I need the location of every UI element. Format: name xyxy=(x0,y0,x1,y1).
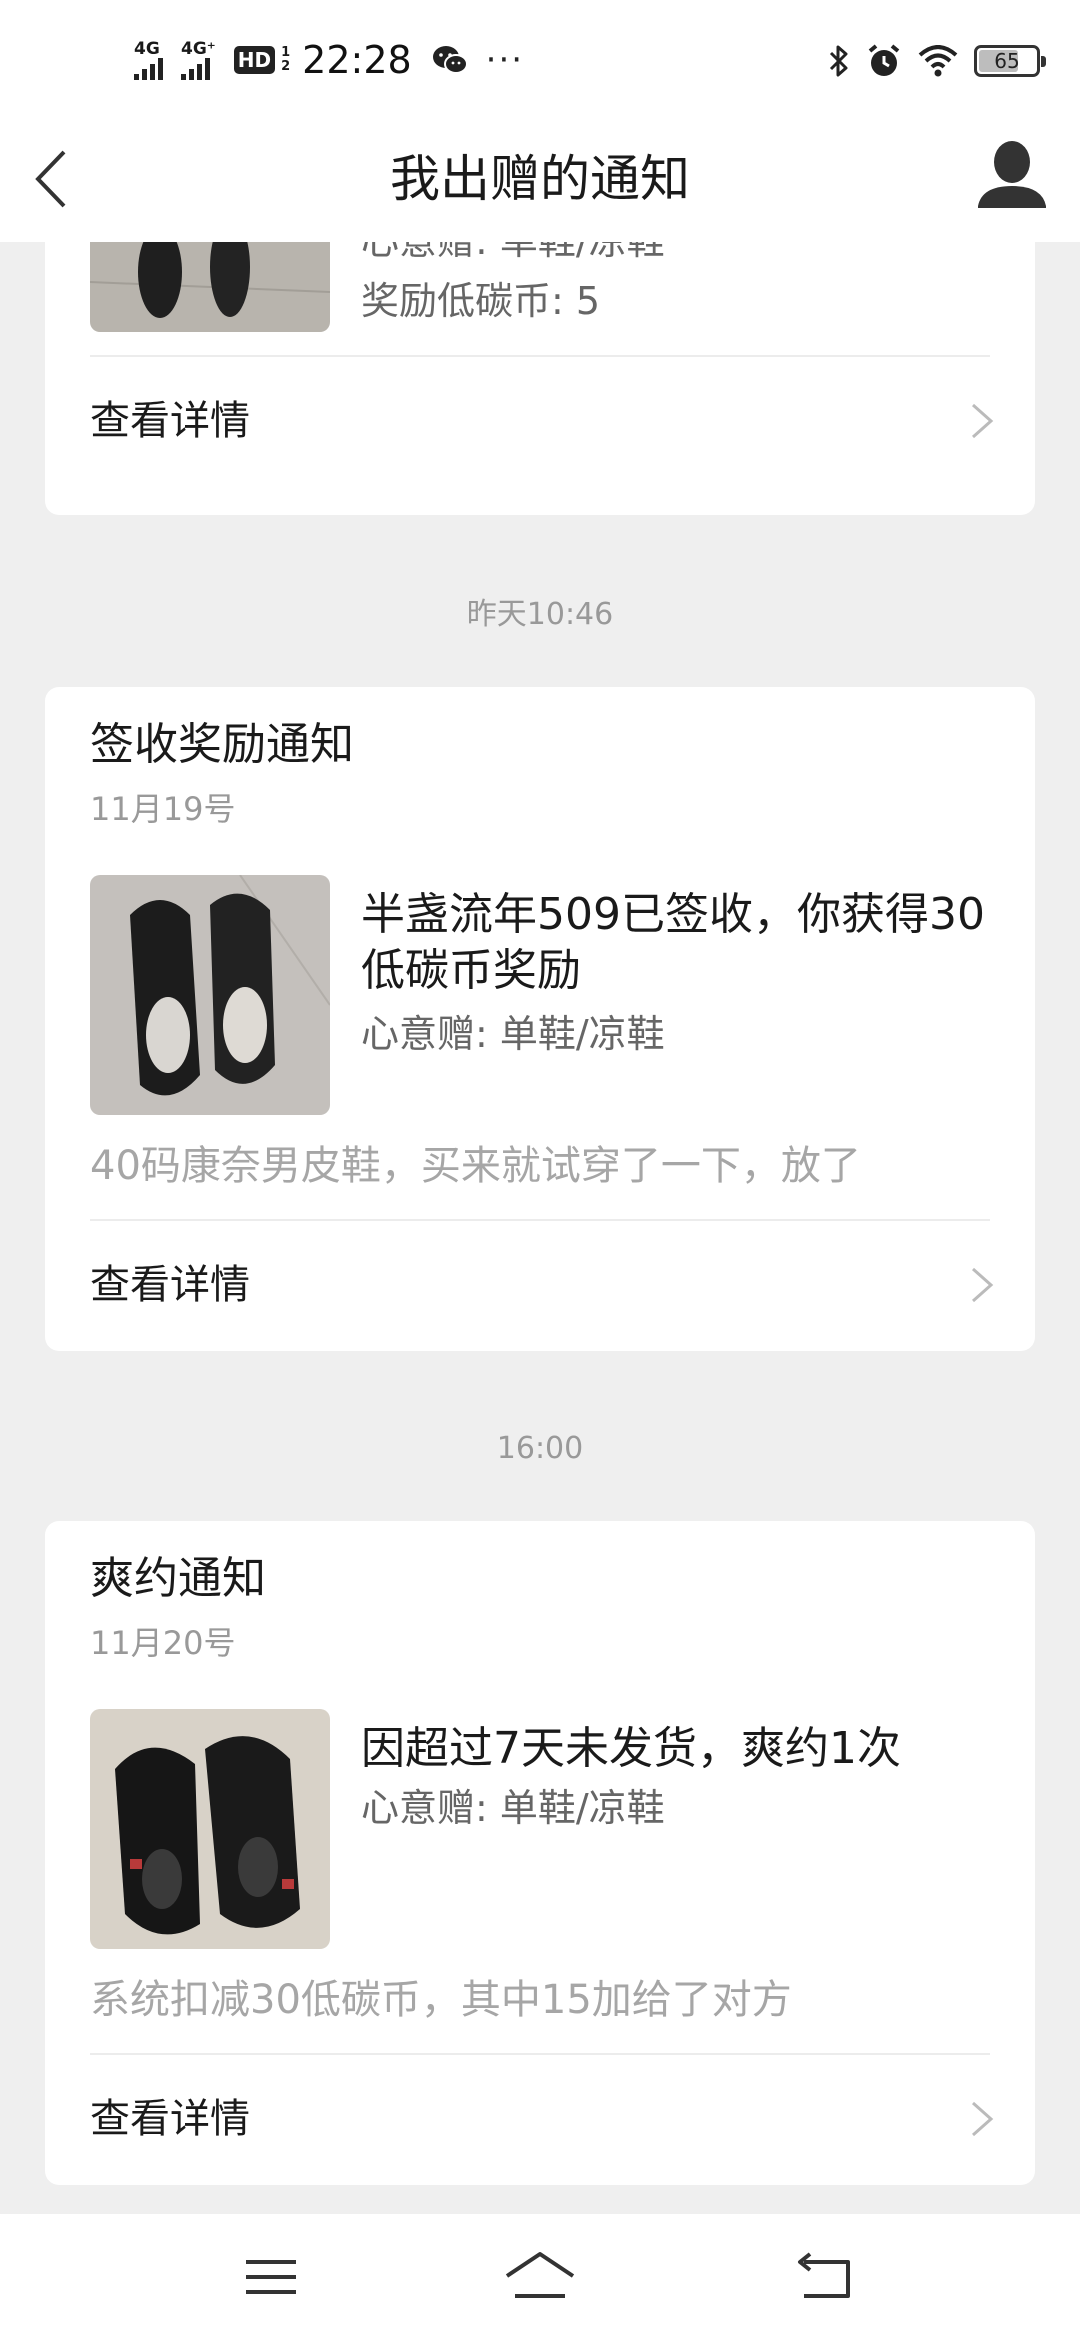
view-details-label: 查看详情 xyxy=(90,398,250,444)
status-right: 65 xyxy=(828,36,1046,86)
system-nav-bar xyxy=(0,2214,1080,2340)
notification-card: 签收奖励通知 11月19号 半盏流年509已签收，你获得30低碳币奖励 心意赠:… xyxy=(45,687,1035,1351)
page-title: 我出赠的通知 xyxy=(390,150,690,208)
home-icon xyxy=(505,2252,575,2298)
back-icon xyxy=(798,2252,850,2298)
view-details-button[interactable]: 查看详情 xyxy=(45,1221,1035,1351)
hd-sub-bottom: 2 xyxy=(281,59,291,74)
menu-icon xyxy=(246,2260,296,2294)
notification-title: 签收奖励通知 xyxy=(90,719,354,770)
home-button[interactable] xyxy=(505,2244,575,2310)
notification-date: 11月20号 xyxy=(90,1624,236,1662)
notification-message: 半盏流年509已签收，你获得30低碳币奖励 xyxy=(361,889,985,996)
bluetooth-icon xyxy=(829,45,848,77)
status-bar: 4G 4G⁺ HD 1 2 22:28 ··· 65 xyxy=(0,0,1080,118)
view-details-label: 查看详情 xyxy=(90,1262,250,1308)
chevron-right-icon xyxy=(972,403,994,439)
item-description: 40码康奈男皮鞋，买来就试穿了一下，放了 xyxy=(90,1143,861,1189)
view-details-button[interactable]: 查看详情 xyxy=(45,357,1035,487)
battery-icon: 65 xyxy=(974,45,1046,77)
chevron-right-icon xyxy=(972,1267,994,1303)
signal-icon: 4G⁺ xyxy=(181,40,216,80)
notification-date: 11月19号 xyxy=(90,790,236,828)
user-icon xyxy=(978,141,1046,208)
status-time: 22:28 xyxy=(302,38,412,82)
notification-list[interactable]: 心意赠: 单鞋/凉鞋 奖励低碳币: 5 查看详情 昨天10:46 签收奖励通知 … xyxy=(0,242,1080,2214)
notification-message: 因超过7天未发货，爽约1次 xyxy=(361,1723,901,1774)
signal-2-label: 4G⁺ xyxy=(181,39,216,59)
notification-card: 爽约通知 11月20号 因超过7天未发货，爽约1次 心意赠: 单鞋/凉鞋 系统扣… xyxy=(45,1521,1035,2185)
view-details-label: 查看详情 xyxy=(90,2096,250,2142)
notification-card: 心意赠: 单鞋/凉鞋 奖励低碳币: 5 查看详情 xyxy=(45,242,1035,515)
gift-type: 心意赠: 单鞋/凉鞋 xyxy=(361,1012,665,1056)
status-left: 4G 4G⁺ HD 1 2 22:28 ··· xyxy=(134,30,524,90)
back-nav-button[interactable] xyxy=(790,2244,860,2310)
product-thumbnail[interactable] xyxy=(90,1709,330,1949)
view-details-button[interactable]: 查看详情 xyxy=(45,2055,1035,2185)
notification-title: 爽约通知 xyxy=(90,1553,266,1604)
menu-button[interactable] xyxy=(236,2244,306,2310)
timestamp: 昨天10:46 xyxy=(466,597,614,632)
wechat-icon xyxy=(432,46,468,74)
hd-sub-top: 1 xyxy=(281,45,291,60)
chevron-right-icon xyxy=(972,2101,994,2137)
app-header: 我出赠的通知 xyxy=(0,118,1080,242)
timestamp: 16:00 xyxy=(496,1431,584,1466)
gift-type: 心意赠: 单鞋/凉鞋 xyxy=(361,242,665,266)
product-thumbnail[interactable] xyxy=(90,875,330,1115)
item-description: 系统扣减30低碳币，其中15加给了对方 xyxy=(90,1977,792,2023)
wifi-icon xyxy=(918,45,958,77)
gift-type: 心意赠: 单鞋/凉鞋 xyxy=(361,1786,665,1830)
battery-level: 65 xyxy=(994,49,1020,73)
reward-amount: 奖励低碳币: 5 xyxy=(361,279,601,323)
signal-icon: 4G xyxy=(134,40,163,80)
alarm-icon xyxy=(868,44,900,76)
more-icon: ··· xyxy=(485,40,525,80)
hd-icon: HD xyxy=(233,46,276,74)
hd-sub-label: 1 2 xyxy=(281,46,290,74)
signal-1-label: 4G xyxy=(134,39,160,59)
profile-button[interactable] xyxy=(972,136,1052,226)
product-thumbnail[interactable] xyxy=(90,242,330,332)
